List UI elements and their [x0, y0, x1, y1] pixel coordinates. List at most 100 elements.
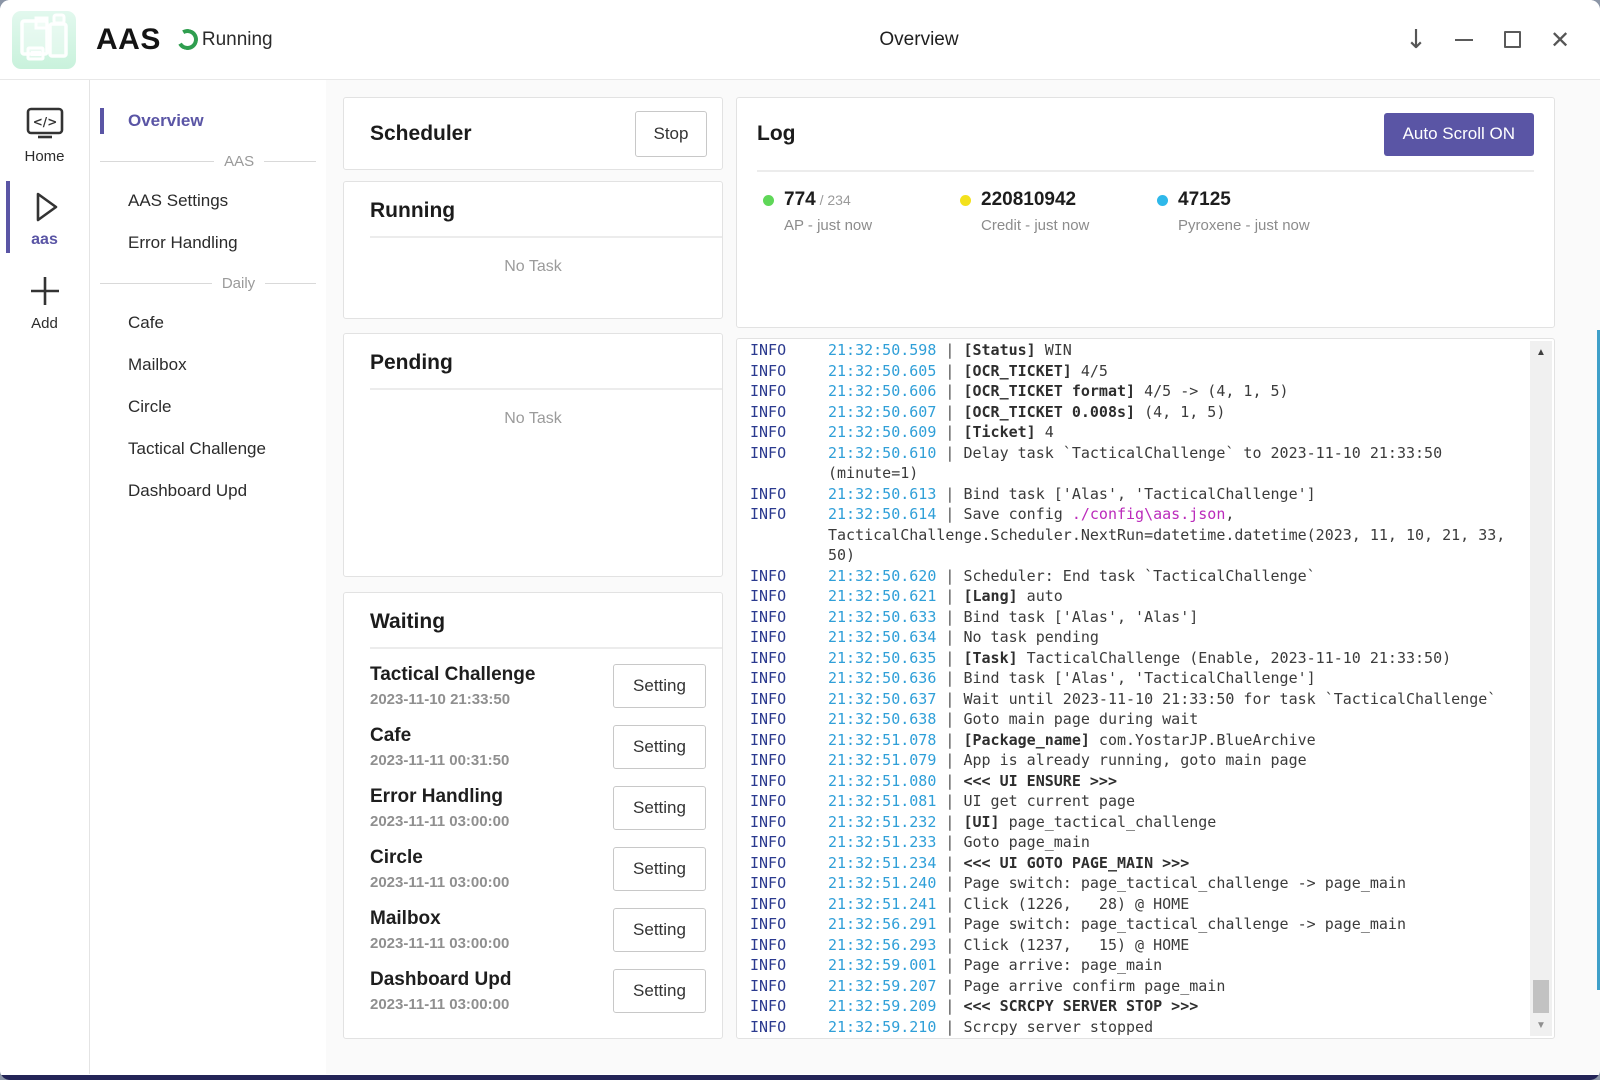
stat-value: 47125 [1178, 189, 1231, 210]
log-separator: | [936, 1018, 963, 1036]
log-timestamp: 21:32:50.633 [828, 608, 936, 626]
log-timestamp: 21:32:51.078 [828, 731, 936, 749]
nav-section-label: Daily [222, 275, 255, 292]
log-timestamp: 21:32:51.233 [828, 833, 936, 851]
setting-button[interactable]: Setting [613, 786, 706, 830]
log-separator: | [936, 710, 963, 728]
log-entry: INFO21:32:50.609 | [Ticket] 4 [750, 422, 1518, 443]
nav-item-overview[interactable]: Overview [90, 100, 326, 142]
log-timestamp: 21:32:50.621 [828, 587, 936, 605]
log-timestamp: 21:32:56.293 [828, 936, 936, 954]
nav-item-dashboard-upd[interactable]: Dashboard Upd [90, 470, 326, 512]
log-separator: | [936, 669, 963, 687]
log-header-card: Log Auto Scroll ON 774 / 234AP - just no… [736, 97, 1555, 328]
log-separator: | [936, 813, 963, 831]
waiting-task-row: Mailbox2023-11-11 03:00:00Setting [370, 899, 706, 960]
maximize-button[interactable] [1488, 16, 1536, 64]
log-level: INFO [750, 812, 828, 833]
setting-button[interactable]: Setting [613, 969, 706, 1013]
auto-scroll-button[interactable]: Auto Scroll ON [1384, 113, 1534, 156]
log-level: INFO [750, 586, 828, 607]
nav-item-cafe[interactable]: Cafe [90, 302, 326, 344]
sidebar-item-add[interactable]: Add [0, 261, 89, 344]
log-message: UI get current page [963, 792, 1135, 810]
log-separator: | [936, 772, 963, 790]
log-level: INFO [750, 361, 828, 382]
log-message: Page arrive: page_main [963, 956, 1162, 974]
scheduler-title: Scheduler [370, 122, 635, 146]
sidebar-item-home[interactable]: </> Home [0, 94, 89, 177]
log-level: INFO [750, 914, 828, 935]
scroll-down-icon[interactable]: ▼ [1530, 1020, 1552, 1031]
sidebar-item-label: Add [31, 315, 58, 332]
waiting-task-name: Dashboard Upd [370, 969, 613, 991]
waiting-task-time: 2023-11-11 03:00:00 [370, 996, 613, 1013]
setting-button[interactable]: Setting [613, 908, 706, 952]
log-timestamp: 21:32:50.636 [828, 669, 936, 687]
stat-dot [960, 195, 971, 206]
setting-button[interactable]: Setting [613, 725, 706, 769]
stat-label: Pyroxene - just now [1178, 217, 1310, 234]
log-entry: INFO21:32:56.291 | Page switch: page_tac… [750, 914, 1518, 935]
log-separator: | [936, 628, 963, 646]
stat-value-row: 47125 [1178, 189, 1310, 211]
icon-sidebar: </> Home aas [0, 80, 90, 1074]
stat-value: 774 [784, 189, 816, 210]
waiting-task-time: 2023-11-11 03:00:00 [370, 935, 613, 952]
stop-button[interactable]: Stop [635, 111, 707, 157]
log-timestamp: 21:32:50.609 [828, 423, 936, 441]
stat-label: AP - just now [784, 217, 872, 234]
log-message: Page switch: page_tactical_challenge -> … [963, 915, 1406, 933]
waiting-task-name: Tactical Challenge [370, 664, 613, 686]
log-entry: INFO21:32:51.232 | [UI] page_tactical_ch… [750, 812, 1518, 833]
svg-text:</>: </> [32, 115, 57, 129]
running-title: Running [370, 199, 722, 223]
stat-value-row: 774 / 234 [784, 189, 872, 211]
scroll-up-icon[interactable]: ▲ [1530, 347, 1552, 358]
log-message: 4/5 [1072, 362, 1108, 380]
nav-item-error-handling[interactable]: Error Handling [90, 222, 326, 264]
log-timestamp: 21:32:56.291 [828, 915, 936, 933]
log-entry: INFO21:32:50.638 | Goto main page during… [750, 709, 1518, 730]
nav-item-aas-settings[interactable]: AAS Settings [90, 180, 326, 222]
log-scrollbar[interactable]: ▲ ▼ [1530, 341, 1552, 1036]
log-timestamp: 21:32:50.598 [828, 341, 936, 359]
log-separator: | [936, 874, 963, 892]
log-timestamp: 21:32:51.234 [828, 854, 936, 872]
log-entry: INFO21:32:59.207 | Page arrive confirm p… [750, 976, 1518, 997]
log-separator: | [936, 403, 963, 421]
log-separator: | [936, 792, 963, 810]
log-timestamp: 21:32:51.232 [828, 813, 936, 831]
log-separator: | [936, 341, 963, 359]
log-separator: | [936, 382, 963, 400]
log-entry: INFO21:32:51.080 | <<< UI ENSURE >>> [750, 771, 1518, 792]
nav-item-mailbox[interactable]: Mailbox [90, 344, 326, 386]
stat-dot [1157, 195, 1168, 206]
setting-button[interactable]: Setting [613, 664, 706, 708]
nav-item-circle[interactable]: Circle [90, 386, 326, 428]
log-entry: INFO21:32:50.633 | Bind task ['Alas', 'A… [750, 607, 1518, 628]
log-message: [OCR_TICKET] [963, 362, 1071, 380]
waiting-task-info: Tactical Challenge2023-11-10 21:33:50 [370, 664, 613, 708]
download-icon[interactable]: ↓ [1392, 16, 1440, 64]
nav-item-tactical-challenge[interactable]: Tactical Challenge [90, 428, 326, 470]
log-separator: | [936, 977, 963, 995]
sidebar-item-aas[interactable]: aas [0, 177, 89, 261]
log-separator: | [936, 485, 963, 503]
sidebar-item-label: Home [24, 148, 64, 165]
log-timestamp: 21:32:50.605 [828, 362, 936, 380]
log-entry: INFO21:32:50.634 | No task pending [750, 627, 1518, 648]
waiting-task-info: Mailbox2023-11-11 03:00:00 [370, 908, 613, 952]
minimize-button[interactable] [1440, 16, 1488, 64]
close-button[interactable]: ✕ [1536, 16, 1584, 64]
log-message: <<< UI ENSURE >>> [963, 772, 1117, 790]
log-message: [Package_name] [963, 731, 1089, 749]
log-entry: INFO21:32:51.240 | Page switch: page_tac… [750, 873, 1518, 894]
log-timestamp: 21:32:50.613 [828, 485, 936, 503]
waiting-list: Tactical Challenge2023-11-10 21:33:50Set… [344, 649, 722, 1021]
waiting-task-row: Tactical Challenge2023-11-10 21:33:50Set… [370, 655, 706, 716]
scrollbar-thumb[interactable] [1533, 980, 1549, 1013]
log-entry: INFO21:32:50.620 | Scheduler: End task `… [750, 566, 1518, 587]
setting-button[interactable]: Setting [613, 847, 706, 891]
app-window: AAS Running Overview ↓ ✕ </> [0, 0, 1600, 1080]
